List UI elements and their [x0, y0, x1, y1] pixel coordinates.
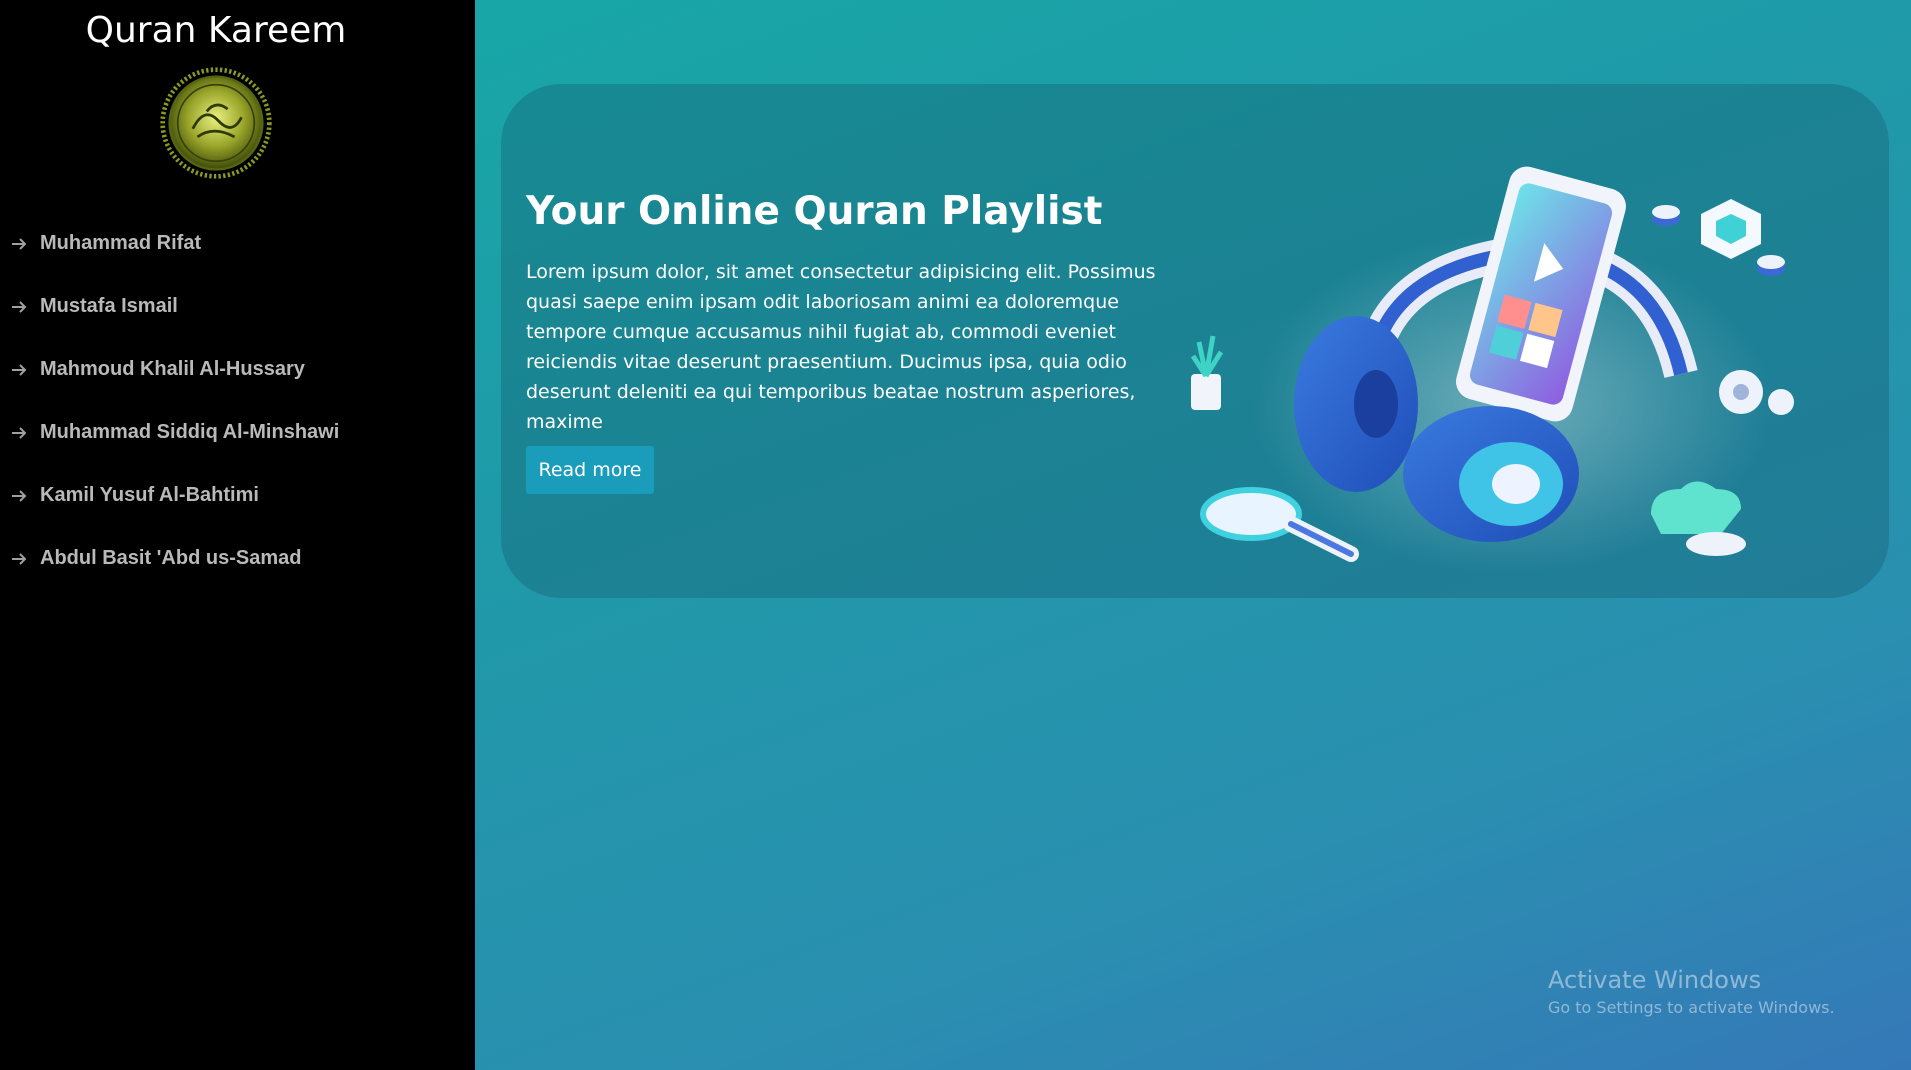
watermark-subtitle: Go to Settings to activate Windows.	[1548, 998, 1835, 1017]
sidebar-item-al-bahtimi[interactable]: Kamil Yusuf Al-Bahtimi	[0, 464, 475, 527]
sidebar: Quran Kareem Muhammad Rifat Mustafa Isma…	[0, 0, 475, 1070]
sidebar-item-label: Muhammad Siddiq Al-Minshawi	[40, 421, 340, 443]
sidebar-item-label: Mustafa Ismail	[40, 295, 178, 317]
headphones-phone-illustration	[1190, 166, 1794, 574]
arrow-right-icon	[12, 300, 27, 313]
activate-windows-watermark: Activate Windows Go to Settings to activ…	[1548, 966, 1835, 1017]
sidebar-item-abdul-basit[interactable]: Abdul Basit 'Abd us-Samad	[0, 527, 475, 590]
app-title: Quran Kareem	[85, 10, 347, 51]
hero-card: Your Online Quran Playlist Lorem ipsum d…	[501, 84, 1889, 598]
arrow-right-icon	[12, 426, 27, 439]
hero-description: Lorem ipsum dolor, sit amet consectetur …	[526, 261, 1156, 433]
arrow-right-icon	[12, 552, 27, 565]
sidebar-item-muhammad-rifat[interactable]: Muhammad Rifat	[0, 212, 475, 275]
reciter-list: Muhammad Rifat Mustafa Ismail Mahmoud Kh…	[0, 212, 475, 590]
sidebar-item-mustafa-ismail[interactable]: Mustafa Ismail	[0, 275, 475, 338]
sidebar-item-label: Abdul Basit 'Abd us-Samad	[40, 547, 302, 569]
quran-logo-icon	[160, 67, 272, 179]
watermark-title: Activate Windows	[1548, 966, 1762, 994]
arrow-right-icon	[12, 237, 27, 250]
hero-title: Your Online Quran Playlist	[526, 189, 1103, 234]
arrow-right-icon	[12, 363, 27, 376]
read-more-button[interactable]: Read more	[526, 446, 654, 494]
sidebar-item-al-hussary[interactable]: Mahmoud Khalil Al-Hussary	[0, 338, 475, 401]
sidebar-item-label: Muhammad Rifat	[40, 232, 202, 254]
arrow-right-icon	[12, 489, 27, 502]
sidebar-item-label: Kamil Yusuf Al-Bahtimi	[40, 484, 259, 506]
sidebar-item-al-minshawi[interactable]: Muhammad Siddiq Al-Minshawi	[0, 401, 475, 464]
sidebar-item-label: Mahmoud Khalil Al-Hussary	[40, 358, 305, 380]
